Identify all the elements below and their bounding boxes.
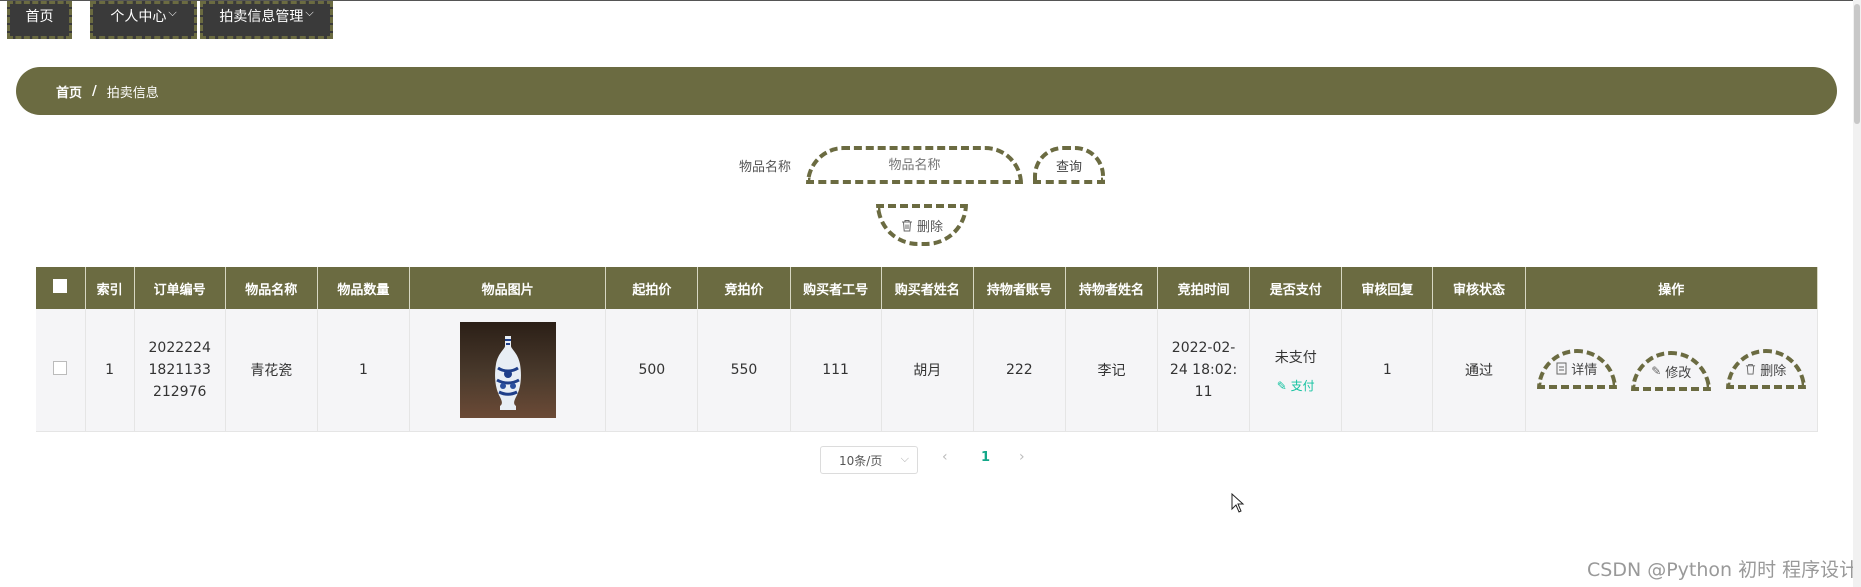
watermark: CSDN @Python 初时 程序设计 (1587, 559, 1859, 581)
detail-button-label: 详情 (1571, 363, 1598, 379)
page-size-value: 10条/页 (839, 453, 883, 468)
breadcrumb-current: 拍卖信息 (106, 85, 159, 101)
header-bid-price: 竞拍价 (697, 267, 791, 309)
header-item-qty: 物品数量 (317, 267, 411, 309)
nav-auction-label: 拍卖信息管理 (219, 9, 304, 25)
delete-button-label: 删除 (1760, 363, 1787, 379)
header-buyer-id: 购买者工号 (790, 267, 882, 309)
cell-holder-account: 222 (973, 309, 1066, 432)
scrollbar-thumb[interactable] (1854, 4, 1860, 124)
item-image[interactable] (459, 322, 556, 418)
header-index: 索引 (85, 267, 135, 309)
cell-is-paid: 未支付 ✎ 支付 (1249, 309, 1343, 432)
header-item-image: 物品图片 (409, 267, 607, 309)
breadcrumb: 首页 / 拍卖信息 (16, 67, 1837, 115)
trash-icon (901, 219, 912, 231)
mouse-cursor-icon (1231, 493, 1245, 513)
trash-icon (1746, 364, 1756, 375)
edit-icon: ✎ (1651, 364, 1662, 379)
cell-start-price: 500 (605, 309, 699, 432)
pay-link-label: 支付 (1290, 378, 1315, 393)
detail-button[interactable]: 详情 (1536, 348, 1617, 389)
document-icon (1556, 362, 1567, 375)
nav-personal-label: 个人中心 (110, 9, 167, 25)
query-button-label: 查询 (1055, 159, 1082, 175)
chevron-down-icon: ⌵ (900, 452, 909, 465)
edit-button-label: 修改 (1665, 365, 1692, 381)
edit-icon: ✎ (1276, 378, 1287, 393)
nav-home[interactable]: 首页 (7, 1, 72, 39)
cell-buyer-name: 胡月 (881, 309, 974, 432)
table-header-row: 索引 订单编号 物品名称 物品数量 物品图片 起拍价 竞拍价 购买者工号 购买者… (36, 267, 1819, 309)
order-no-text: 20222241821133212976 (148, 340, 211, 400)
bid-time-text: 2022-02-24 18:02:11 (1169, 340, 1238, 400)
bulk-delete-button[interactable]: 删除 (876, 204, 968, 246)
cell-actions: 详情 ✎ 修改 删除 (1525, 309, 1819, 432)
cell-index: 1 (85, 309, 135, 432)
cell-item-qty: 1 (317, 309, 411, 432)
cell-item-image (409, 309, 607, 432)
prev-page-icon[interactable]: ‹ (942, 449, 948, 465)
header-order-no: 订单编号 (134, 267, 226, 309)
header-bid-time: 竞拍时间 (1157, 267, 1251, 309)
header-item-name: 物品名称 (225, 267, 318, 309)
query-button[interactable]: 查询 (1033, 146, 1105, 184)
header-is-paid: 是否支付 (1249, 267, 1343, 309)
auction-table: 索引 订单编号 物品名称 物品数量 物品图片 起拍价 竞拍价 购买者工号 购买者… (36, 267, 1819, 432)
header-holder-account: 持物者账号 (973, 267, 1066, 309)
nav-home-label: 首页 (25, 9, 54, 25)
vase-image-icon (494, 336, 521, 410)
table-row: 1 20222241821133212976 青花瓷 1 500 550 111… (36, 309, 1819, 432)
row-select-cell (36, 309, 86, 432)
select-all-cell (36, 267, 86, 309)
header-holder-name: 持物者姓名 (1065, 267, 1159, 309)
chevron-down-icon: ⌵ (305, 6, 314, 19)
current-page[interactable]: 1 (981, 450, 990, 465)
cell-order-no: 20222241821133212976 (134, 309, 226, 432)
row-checkbox[interactable] (53, 361, 68, 375)
page-size-select[interactable]: 10条/页 ⌵ (820, 446, 918, 474)
nav-personal-center[interactable]: 个人中心 ⌵ (90, 1, 197, 39)
header-start-price: 起拍价 (605, 267, 699, 309)
edit-button[interactable]: ✎ 修改 (1631, 351, 1712, 392)
pay-link[interactable]: ✎ 支付 (1256, 377, 1335, 394)
cell-buyer-id: 111 (790, 309, 882, 432)
bulk-delete-label: 删除 (916, 219, 943, 235)
header-actions: 操作 (1525, 267, 1819, 309)
cell-bid-time: 2022-02-24 18:02:11 (1157, 309, 1251, 432)
next-page-icon[interactable]: › (1019, 449, 1025, 465)
chevron-down-icon: ⌵ (168, 6, 177, 19)
cell-holder-name: 李记 (1065, 309, 1159, 432)
cell-review-reply: 1 (1341, 309, 1434, 432)
cell-item-name: 青花瓷 (225, 309, 318, 432)
breadcrumb-home[interactable]: 首页 (56, 82, 82, 101)
header-buyer-name: 购买者姓名 (881, 267, 974, 309)
search-label: 物品名称 (739, 160, 792, 175)
scrollbar[interactable] (1853, 0, 1861, 587)
breadcrumb-separator: / (92, 83, 97, 99)
select-all-checkbox[interactable] (53, 279, 68, 293)
search-input[interactable] (806, 146, 1023, 184)
cell-review-status: 通过 (1432, 309, 1526, 432)
pay-status: 未支付 (1274, 349, 1317, 366)
header-review-reply: 审核回复 (1341, 267, 1434, 309)
header-review-status: 审核状态 (1432, 267, 1526, 309)
cell-bid-price: 550 (697, 309, 791, 432)
delete-button[interactable]: 删除 (1725, 349, 1806, 390)
nav-auction-management[interactable]: 拍卖信息管理 ⌵ (200, 1, 333, 39)
